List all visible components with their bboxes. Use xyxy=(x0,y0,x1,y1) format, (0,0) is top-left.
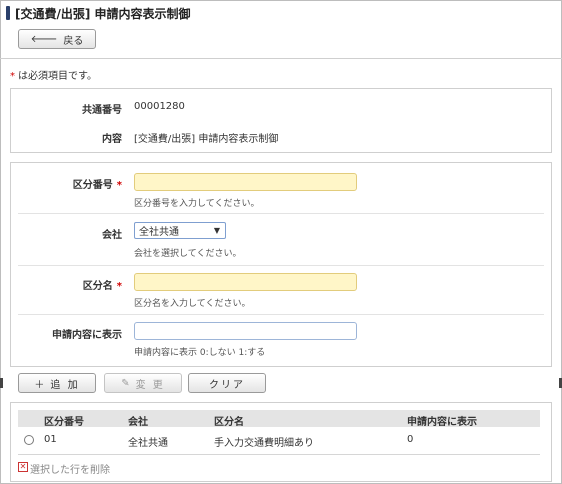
back-button-label: 戻る xyxy=(63,35,84,47)
col-header-name: 区分名 xyxy=(214,417,244,428)
company-select-value: 全社共通 xyxy=(139,227,179,238)
clear-button[interactable]: クリア xyxy=(188,373,266,393)
category-name-hint: 区分名を入力してください。 xyxy=(134,299,251,309)
back-button[interactable]: 🡐 戻る xyxy=(18,29,96,49)
page-header: [交通費/出張] 申請内容表示制御 xyxy=(6,4,191,22)
page-title: [交通費/出張] 申請内容表示制御 xyxy=(15,6,191,21)
col-header-no: 区分番号 xyxy=(44,417,84,428)
info-label-common-no: 共通番号 xyxy=(82,105,122,116)
col-header-company: 会社 xyxy=(128,417,148,428)
company-select[interactable]: 全社共通 ▼ xyxy=(134,222,226,239)
display-flag-hint: 申請内容に表示 0:しない 1:する xyxy=(134,348,266,358)
info-label-content: 内容 xyxy=(102,134,122,145)
edit-button[interactable]: ✎ 変 更 xyxy=(104,373,182,393)
left-edge-mark xyxy=(0,378,3,388)
cell-name: 手入力交通費明細あり xyxy=(214,438,314,449)
delete-selected-link[interactable]: 選択した行を削除 xyxy=(30,461,110,476)
cell-display: 0 xyxy=(407,434,414,445)
clear-button-label: クリア xyxy=(209,379,245,391)
add-button[interactable]: ＋ 追 加 xyxy=(18,373,96,393)
display-flag-label: 申請内容に表示 xyxy=(52,330,122,341)
category-no-input[interactable] xyxy=(134,173,357,191)
display-flag-input[interactable] xyxy=(134,322,357,340)
add-button-label: 追 加 xyxy=(50,379,80,391)
category-name-input[interactable] xyxy=(134,273,357,291)
form-divider xyxy=(18,314,544,315)
category-no-hint: 区分番号を入力してください。 xyxy=(134,199,260,209)
cell-no: 01 xyxy=(44,434,57,445)
col-header-display: 申請内容に表示 xyxy=(407,417,477,428)
header-divider xyxy=(0,58,562,59)
form-divider xyxy=(18,213,544,214)
cell-company: 全社共通 xyxy=(128,438,168,449)
title-marker xyxy=(6,6,10,20)
table-divider xyxy=(18,454,540,455)
row-radio[interactable] xyxy=(24,435,34,445)
required-note: * は必須項目です。 xyxy=(10,67,97,82)
chevron-down-icon: ▼ xyxy=(213,226,220,235)
delete-x-icon[interactable]: ✕ xyxy=(18,462,28,472)
category-no-label: 区分番号 * xyxy=(72,180,122,191)
company-label: 会社 xyxy=(102,230,122,241)
category-name-label: 区分名 * xyxy=(82,281,122,292)
info-value-content: [交通費/出張] 申請内容表示制御 xyxy=(134,134,279,145)
pencil-icon: ✎ xyxy=(121,377,130,389)
required-star: * xyxy=(10,71,15,82)
company-hint: 会社を選択してください。 xyxy=(134,249,242,259)
plus-icon: ＋ xyxy=(34,379,45,391)
required-note-text: は必須項目です。 xyxy=(18,71,97,82)
info-value-common-no: 00001280 xyxy=(134,101,185,112)
arrow-left-icon: 🡐 xyxy=(30,34,58,45)
edit-button-label: 変 更 xyxy=(135,379,165,391)
form-divider xyxy=(18,265,544,266)
